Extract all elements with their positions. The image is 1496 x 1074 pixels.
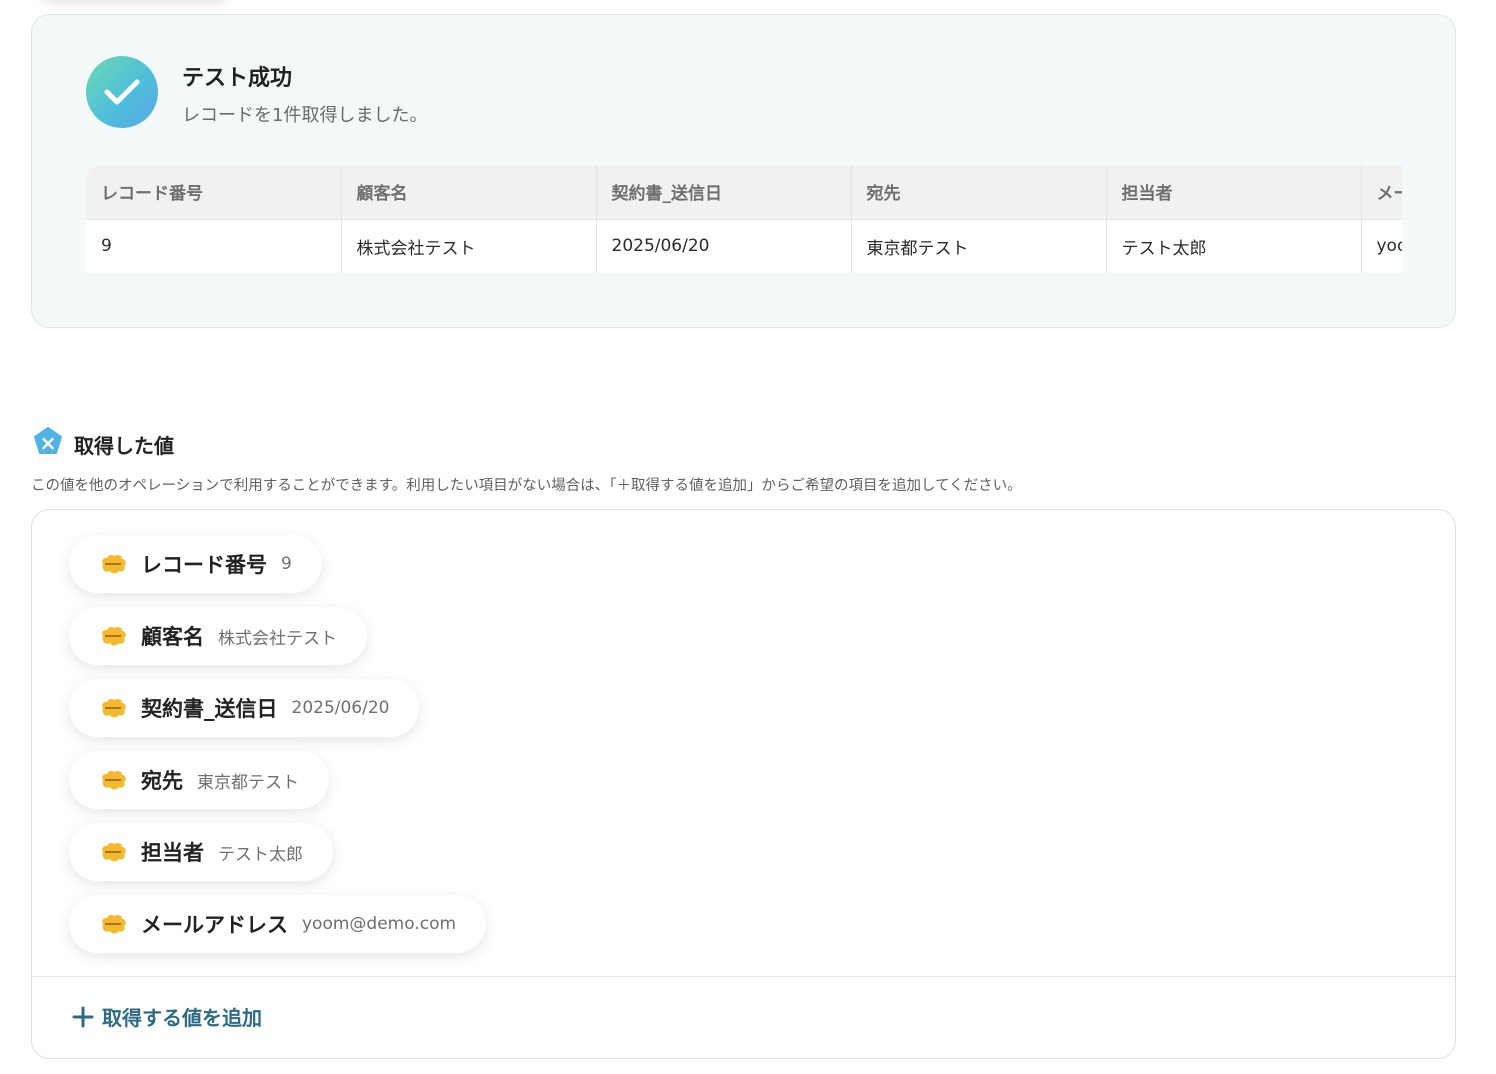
- value-chip[interactable]: レコード番号 9: [69, 535, 322, 593]
- table-header: 宛先: [851, 165, 1107, 220]
- value-chip-label: レコード番号: [141, 553, 267, 577]
- table-header: レコード番号: [86, 165, 342, 220]
- kintone-icon: [102, 698, 126, 718]
- kintone-icon: [102, 626, 126, 646]
- table-header: 担当者: [1106, 165, 1362, 220]
- value-chip[interactable]: 顧客名 株式会社テスト: [69, 607, 367, 665]
- acquired-values-title: 取得した値: [74, 433, 174, 458]
- value-chip-label: メールアドレス: [141, 913, 288, 937]
- value-chip-label: 契約書_送信日: [141, 697, 278, 721]
- table-cell: yoom@demo.com: [1361, 219, 1402, 273]
- value-chip-label: 宛先: [141, 769, 183, 793]
- plus-icon: [72, 1006, 94, 1027]
- kintone-icon: [102, 842, 126, 862]
- value-chip[interactable]: 契約書_送信日 2025/06/20: [69, 679, 420, 737]
- value-chip-label: 顧客名: [141, 625, 204, 649]
- table-cell: 2025/06/20: [596, 219, 852, 273]
- add-value-button[interactable]: 取得する値を追加: [72, 1002, 262, 1031]
- value-chip-label: 担当者: [141, 841, 204, 865]
- acquired-values-header: 取得した値: [32, 426, 174, 462]
- test-result-panel: テスト成功 レコードを1件取得しました。 レコード番号 顧客名 契約書_送信日 …: [31, 14, 1456, 328]
- value-chip[interactable]: 担当者 テスト太郎: [69, 823, 333, 881]
- table-cell: テスト太郎: [1106, 219, 1362, 273]
- variable-icon: [32, 426, 64, 462]
- value-chip[interactable]: メールアドレス yoom@demo.com: [69, 895, 487, 953]
- kintone-icon: [102, 914, 126, 934]
- result-subtitle: レコードを1件取得しました。: [182, 105, 428, 126]
- table-cell: 株式会社テスト: [341, 219, 597, 273]
- kintone-icon: [102, 770, 126, 790]
- table-header: 契約書_送信日: [596, 165, 852, 220]
- table-row: 9 株式会社テスト 2025/06/20 東京都テスト テスト太郎 yoom@d…: [86, 219, 1402, 273]
- add-value-label: 取得する値を追加: [102, 1006, 262, 1030]
- acquired-values-description: この値を他のオペレーションで利用することができます。利用したい項目がない場合は、…: [31, 478, 1022, 494]
- table-header-row: レコード番号 顧客名 契約書_送信日 宛先 担当者 メールアドレス: [86, 165, 1402, 220]
- value-chip-value: テスト太郎: [218, 844, 303, 865]
- value-chip-list: レコード番号 9 顧客名 株式会社テスト 契約書_送信日 2025/06/20: [69, 535, 487, 967]
- table-header: メールアドレス: [1361, 165, 1402, 220]
- kintone-icon: [102, 554, 126, 574]
- result-title: テスト成功: [182, 66, 293, 91]
- record-table-scroll[interactable]: レコード番号 顧客名 契約書_送信日 宛先 担当者 メールアドレス 9 株式会社…: [86, 165, 1402, 273]
- value-chip-value: 9: [281, 554, 292, 574]
- divider: [32, 976, 1455, 977]
- table-cell: 9: [86, 219, 342, 273]
- value-chip-value: 2025/06/20: [291, 698, 390, 718]
- value-chip-value: 東京都テスト: [197, 772, 299, 793]
- acquired-values-panel: レコード番号 9 顧客名 株式会社テスト 契約書_送信日 2025/06/20: [31, 509, 1456, 1059]
- value-chip-value: 株式会社テスト: [218, 628, 337, 649]
- success-check-icon: [86, 56, 158, 128]
- record-table: レコード番号 顧客名 契約書_送信日 宛先 担当者 メールアドレス 9 株式会社…: [86, 165, 1402, 273]
- value-chip-value: yoom@demo.com: [302, 914, 457, 934]
- value-chip[interactable]: 宛先 東京都テスト: [69, 751, 329, 809]
- table-header: 顧客名: [341, 165, 597, 220]
- table-cell: 東京都テスト: [851, 219, 1107, 273]
